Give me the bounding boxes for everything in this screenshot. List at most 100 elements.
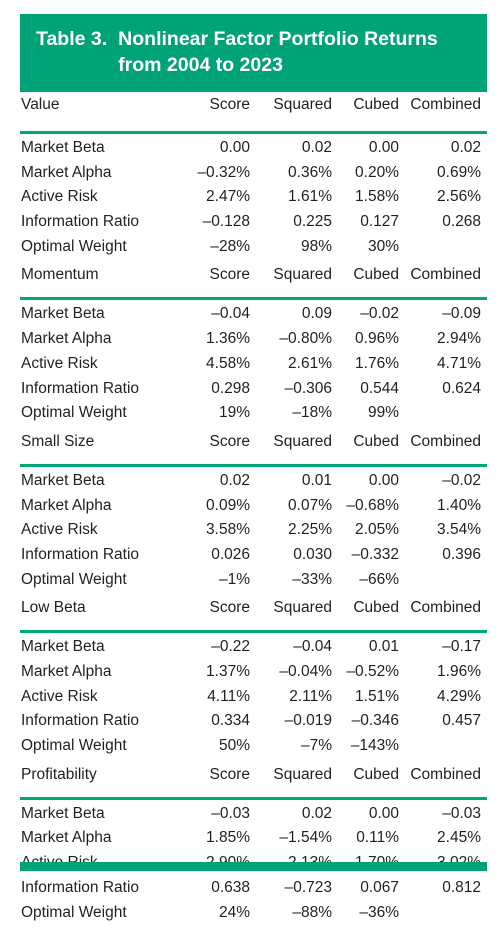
- cell-cubed: –36%: [338, 904, 405, 932]
- cell-cubed: 0.544: [338, 380, 405, 405]
- row-label: Market Beta: [20, 465, 182, 496]
- cell-score: 4.11%: [182, 688, 256, 713]
- cell-squared: 0.01: [256, 465, 338, 496]
- cell-squared: 0.02: [256, 133, 338, 164]
- column-header-score: Score: [182, 766, 256, 799]
- cell-cubed: 0.11%: [338, 829, 405, 854]
- section-header-row: Low BetaScoreSquaredCubedCombined: [20, 599, 487, 632]
- cell-score: 4.58%: [182, 355, 256, 380]
- cell-cubed: –0.346: [338, 712, 405, 737]
- table-row: Information Ratio–0.1280.2250.1270.268: [20, 213, 487, 238]
- section-name: Value: [20, 96, 182, 133]
- table-row: Market Alpha0.09%0.07%–0.68%1.40%: [20, 497, 487, 522]
- column-header-cubed: Cubed: [338, 433, 405, 466]
- cell-cubed: 0.127: [338, 213, 405, 238]
- row-label: Market Alpha: [20, 497, 182, 522]
- column-header-score: Score: [182, 433, 256, 466]
- table-number-label: Table 3.: [36, 27, 118, 53]
- cell-squared: –7%: [256, 737, 338, 766]
- table-row: Market Alpha–0.32%0.36%0.20%0.69%: [20, 164, 487, 189]
- cell-squared: 0.09: [256, 299, 338, 330]
- cell-score: 1.85%: [182, 829, 256, 854]
- cell-combined: 0.02: [405, 133, 487, 164]
- section-name: Small Size: [20, 433, 182, 466]
- cell-cubed: 30%: [338, 238, 405, 267]
- table-body: ValueScoreSquaredCubedCombinedMarket Bet…: [20, 96, 487, 932]
- cell-combined: –0.09: [405, 299, 487, 330]
- row-label: Information Ratio: [20, 380, 182, 405]
- column-header-cubed: Cubed: [338, 599, 405, 632]
- cell-combined: 2.56%: [405, 188, 487, 213]
- cell-combined: [405, 238, 487, 267]
- nonlinear-factor-returns-table: ValueScoreSquaredCubedCombinedMarket Bet…: [20, 96, 487, 932]
- cell-cubed: 2.05%: [338, 521, 405, 546]
- row-label: Optimal Weight: [20, 404, 182, 433]
- column-header-squared: Squared: [256, 433, 338, 466]
- cell-combined: 0.69%: [405, 164, 487, 189]
- cell-score: 0.298: [182, 380, 256, 405]
- cell-combined: [405, 404, 487, 433]
- cell-score: –0.04: [182, 299, 256, 330]
- cell-squared: 2.11%: [256, 688, 338, 713]
- cell-squared: 98%: [256, 238, 338, 267]
- row-label: Active Risk: [20, 688, 182, 713]
- cell-score: 0.02: [182, 465, 256, 496]
- section-header-row: Small SizeScoreSquaredCubedCombined: [20, 433, 487, 466]
- cell-combined: 1.96%: [405, 663, 487, 688]
- cell-squared: 2.25%: [256, 521, 338, 546]
- column-header-squared: Squared: [256, 266, 338, 299]
- cell-squared: 1.61%: [256, 188, 338, 213]
- cell-combined: –0.17: [405, 632, 487, 663]
- cell-cubed: –0.52%: [338, 663, 405, 688]
- column-header-squared: Squared: [256, 96, 338, 133]
- row-label: Optimal Weight: [20, 238, 182, 267]
- cell-squared: –18%: [256, 404, 338, 433]
- cell-squared: 0.07%: [256, 497, 338, 522]
- column-header-cubed: Cubed: [338, 766, 405, 799]
- table-figure: Table 3. Nonlinear Factor Portfolio Retu…: [0, 0, 504, 883]
- table-row: Market Beta–0.040.09–0.02–0.09: [20, 299, 487, 330]
- row-label: Optimal Weight: [20, 737, 182, 766]
- table-row: Optimal Weight24%–88%–36%: [20, 904, 487, 932]
- table-row: Optimal Weight50%–7%–143%: [20, 737, 487, 766]
- column-header-combined: Combined: [405, 433, 487, 466]
- section-name: Low Beta: [20, 599, 182, 632]
- table-row: Active Risk3.58%2.25%2.05%3.54%: [20, 521, 487, 546]
- row-label: Active Risk: [20, 188, 182, 213]
- cell-combined: [405, 904, 487, 932]
- row-label: Information Ratio: [20, 546, 182, 571]
- cell-score: 24%: [182, 904, 256, 932]
- cell-combined: [405, 571, 487, 600]
- row-label: Market Beta: [20, 632, 182, 663]
- section-header-row: ValueScoreSquaredCubedCombined: [20, 96, 487, 133]
- cell-squared: 0.225: [256, 213, 338, 238]
- column-header-score: Score: [182, 266, 256, 299]
- cell-cubed: –0.332: [338, 546, 405, 571]
- cell-cubed: 1.51%: [338, 688, 405, 713]
- cell-score: –0.32%: [182, 164, 256, 189]
- cell-cubed: 0.96%: [338, 330, 405, 355]
- cell-cubed: 1.76%: [338, 355, 405, 380]
- cell-score: –0.03: [182, 798, 256, 829]
- cell-combined: 0.396: [405, 546, 487, 571]
- row-label: Market Beta: [20, 133, 182, 164]
- column-header-squared: Squared: [256, 766, 338, 799]
- column-header-combined: Combined: [405, 599, 487, 632]
- table-row: Active Risk4.58%2.61%1.76%4.71%: [20, 355, 487, 380]
- cell-score: –0.128: [182, 213, 256, 238]
- row-label: Optimal Weight: [20, 904, 182, 932]
- cell-combined: 2.94%: [405, 330, 487, 355]
- cell-cubed: 0.00: [338, 133, 405, 164]
- cell-score: 0.026: [182, 546, 256, 571]
- cell-squared: –33%: [256, 571, 338, 600]
- cell-score: –28%: [182, 238, 256, 267]
- table-row: Market Alpha1.85%–1.54%0.11%2.45%: [20, 829, 487, 854]
- column-header-score: Score: [182, 96, 256, 133]
- cell-squared: 0.36%: [256, 164, 338, 189]
- table-row: Information Ratio0.298–0.3060.5440.624: [20, 380, 487, 405]
- table-bottom-rule: [20, 862, 487, 871]
- table-row: Information Ratio0.334–0.019–0.3460.457: [20, 712, 487, 737]
- table-row: Optimal Weight–1%–33%–66%: [20, 571, 487, 600]
- cell-squared: 2.61%: [256, 355, 338, 380]
- row-label: Market Alpha: [20, 330, 182, 355]
